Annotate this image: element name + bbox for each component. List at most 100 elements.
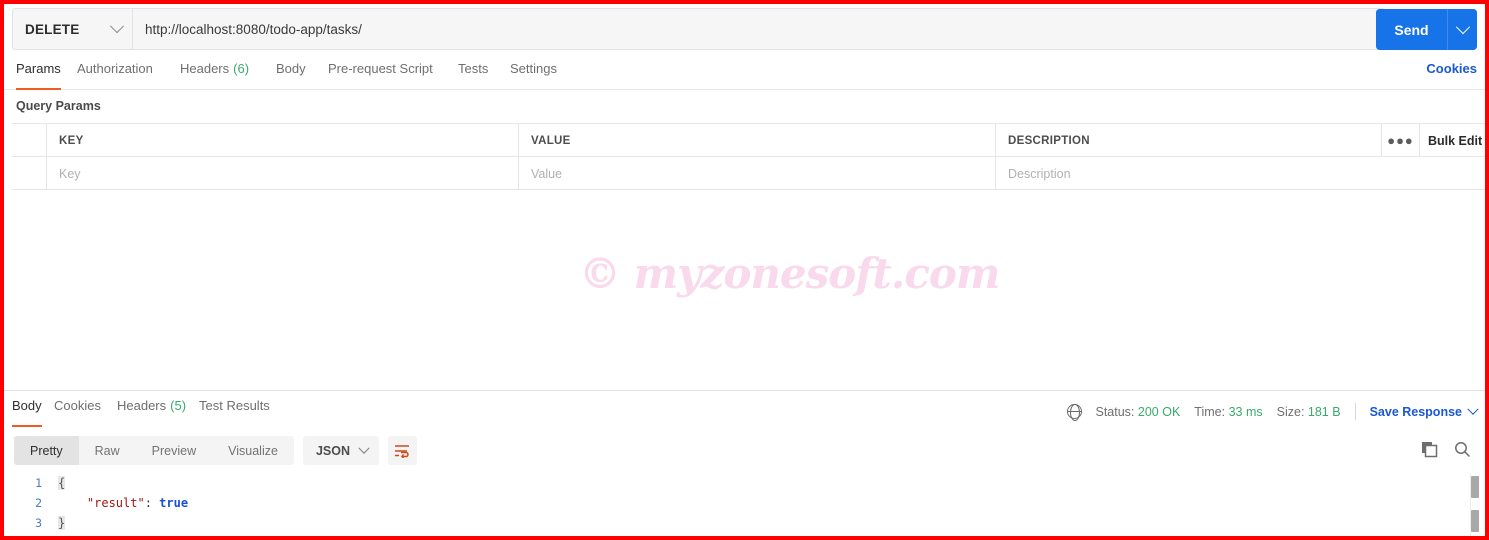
scrollbar-thumb[interactable]: [1471, 476, 1479, 498]
status-code-item: Status: 200 OK: [1096, 405, 1181, 419]
response-body-code[interactable]: 1 { 2 "result": true 3 }: [4, 472, 1485, 536]
tab-label: Body: [276, 61, 306, 76]
size-value: 181 B: [1307, 404, 1341, 419]
copy-button[interactable]: [1421, 441, 1438, 458]
header-value-cell: VALUE: [519, 124, 996, 157]
response-body-scrollbar[interactable]: [1470, 474, 1479, 536]
tab-label: Body: [12, 398, 42, 413]
view-visualize[interactable]: Visualize: [212, 436, 294, 465]
column-header-description: DESCRIPTION: [1008, 134, 1090, 147]
cookies-link[interactable]: Cookies: [1426, 61, 1477, 76]
header-checkbox-cell: [12, 124, 47, 157]
json-colon: :: [144, 496, 160, 510]
time-value: 33 ms: [1228, 404, 1263, 419]
table-row: Key Value Description: [12, 157, 1485, 190]
search-icon: [1455, 442, 1471, 458]
tab-label: Cookies: [54, 398, 101, 413]
send-options-button[interactable]: [1447, 9, 1477, 50]
tab-label: Pre-request Script: [328, 61, 433, 76]
tab-count: (6): [233, 61, 250, 76]
json-open-brace: {: [58, 476, 66, 490]
request-url-bar: DELETE http://localhost:8080/todo-app/ta…: [12, 8, 1477, 52]
line-number: 3: [35, 516, 42, 530]
tab-label: Headers: [117, 398, 167, 413]
save-response-button[interactable]: Save Response: [1369, 403, 1479, 419]
param-value-placeholder: Value: [531, 166, 563, 181]
bulk-edit-label: Bulk Edit: [1428, 133, 1483, 148]
code-line-text: "result": true: [50, 496, 188, 510]
response-tab-body[interactable]: Body: [12, 396, 42, 427]
request-url-input[interactable]: http://localhost:8080/todo-app/tasks/: [132, 8, 1385, 50]
response-size-item: Size: 181 B: [1277, 405, 1341, 419]
view-raw[interactable]: Raw: [79, 436, 136, 465]
code-line: 1 {: [4, 474, 1485, 492]
line-number: 1: [35, 476, 42, 490]
tab-body[interactable]: Body: [276, 59, 306, 90]
globe-icon: [1066, 404, 1082, 421]
response-view-tabs: Pretty Raw Preview Visualize: [14, 436, 294, 465]
code-line-text: }: [50, 516, 66, 530]
http-method-label: DELETE: [25, 21, 80, 37]
send-button[interactable]: Send: [1376, 9, 1447, 50]
tab-params[interactable]: Params: [16, 59, 61, 90]
header-description-cell: DESCRIPTION: [996, 124, 1382, 157]
tab-authorization[interactable]: Authorization: [77, 59, 153, 90]
scrollbar-thumb-secondary[interactable]: [1471, 510, 1479, 532]
json-key: "result": [86, 496, 145, 510]
row-checkbox-cell[interactable]: [12, 157, 47, 190]
response-panel-divider: [4, 390, 1485, 391]
response-tab-headers[interactable]: Headers (5): [117, 396, 186, 427]
save-response-label: Save Response: [1369, 404, 1462, 419]
search-button[interactable]: [1454, 441, 1471, 458]
view-pretty[interactable]: Pretty: [14, 436, 79, 465]
response-language-select[interactable]: JSON: [302, 436, 379, 465]
param-key-placeholder: Key: [59, 166, 81, 181]
view-preview[interactable]: Preview: [136, 436, 212, 465]
response-action-icons: [1421, 441, 1471, 458]
divider: [1354, 403, 1356, 420]
wrap-lines-button[interactable]: [388, 436, 417, 465]
tab-label: Params: [16, 61, 61, 76]
tab-pre-request-script[interactable]: Pre-request Script: [328, 59, 433, 90]
more-options-icon: ●●●: [1387, 133, 1414, 148]
json-close-brace: }: [58, 516, 66, 530]
tab-label: Headers: [180, 61, 230, 76]
response-format-toolbar: Pretty Raw Preview Visualize JSON: [14, 436, 417, 465]
tab-settings[interactable]: Settings: [510, 59, 557, 90]
code-line-text: {: [50, 476, 66, 490]
status-value: 200 OK: [1137, 404, 1181, 419]
tab-tests[interactable]: Tests: [458, 59, 488, 90]
chevron-down-icon: [358, 442, 370, 454]
param-value-input[interactable]: Value: [519, 157, 996, 190]
chevron-down-icon: [1467, 403, 1479, 415]
param-description-placeholder: Description: [1008, 166, 1071, 181]
chevron-down-icon: [1455, 19, 1470, 34]
response-time-item: Time: 33 ms: [1194, 405, 1262, 419]
response-tab-cookies[interactable]: Cookies: [54, 396, 101, 427]
send-button-group: Send: [1376, 9, 1477, 50]
table-header-row: KEY VALUE DESCRIPTION ●●● Bulk Edit: [12, 124, 1485, 157]
param-key-input[interactable]: Key: [47, 157, 519, 190]
tab-label: Authorization: [77, 61, 153, 76]
tab-headers[interactable]: Headers (6): [180, 59, 249, 90]
size-label: Size:: [1276, 404, 1305, 419]
header-key-cell: KEY: [47, 124, 519, 157]
tab-label: Tests: [458, 61, 489, 76]
response-tab-test-results[interactable]: Test Results: [199, 396, 270, 427]
bulk-edit-button[interactable]: Bulk Edit: [1420, 124, 1485, 157]
column-header-value: VALUE: [531, 134, 571, 147]
wrap-lines-icon: [395, 444, 409, 458]
postman-app: DELETE http://localhost:8080/todo-app/ta…: [4, 4, 1485, 536]
screenshot-frame: DELETE http://localhost:8080/todo-app/ta…: [0, 0, 1489, 540]
param-description-input[interactable]: Description: [996, 157, 1485, 190]
query-params-table: KEY VALUE DESCRIPTION ●●● Bulk Edit Key …: [12, 123, 1485, 191]
request-tab-bar: Params Authorization Headers (6) Body Pre…: [4, 59, 1485, 90]
watermark: © myzonesoft.com: [579, 249, 1000, 298]
time-label: Time:: [1194, 404, 1226, 419]
table-options-button[interactable]: ●●●: [1382, 124, 1420, 157]
line-number: 2: [35, 496, 42, 510]
http-method-select[interactable]: DELETE: [12, 8, 132, 50]
language-label: JSON: [315, 443, 350, 458]
code-line: 2 "result": true: [4, 494, 1485, 512]
tab-count: (5): [170, 398, 187, 413]
